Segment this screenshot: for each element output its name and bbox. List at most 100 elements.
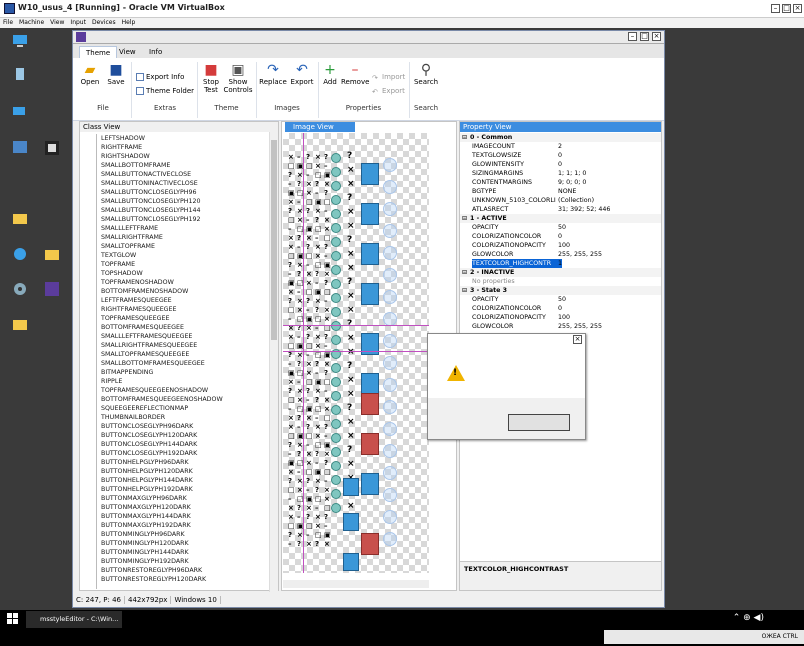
class-list-item[interactable]: BUTTONMAXGLYPH120DARK [101,503,271,512]
class-list-item[interactable]: BUTTONHELPGLYPH96DARK [101,458,271,467]
network-icon[interactable] [12,103,28,119]
class-list-item[interactable]: TOPFRAMENOSHADOW [101,278,271,287]
dialog-ok-button[interactable] [508,414,570,431]
class-list-item[interactable]: BUTTONRESTOREGLYPH120DARK [101,575,271,584]
property-group[interactable]: ⊟ 1 - ACTIVE [460,214,661,223]
class-list-item[interactable]: SMALLBUTTONCLOSEGLYPH120 [101,197,271,206]
property-row[interactable]: GLOWCOLOR 255, 255, 255 [468,322,661,331]
class-list-item[interactable]: BUTTONMAXGLYPH144DARK [101,512,271,521]
property-row[interactable]: No properties [468,277,661,286]
remove-button[interactable]: – Remove [341,62,369,86]
class-list-item[interactable]: TOPFRAME [101,260,271,269]
class-list-item[interactable]: SMALLRIGHTFRAMESQUEEGEE [101,341,271,350]
close-button[interactable]: × [793,4,802,13]
replace-button[interactable]: ↷ Replace [259,62,287,86]
class-list-item[interactable]: BUTTONMAXGLYPH96DARK [101,494,271,503]
class-list-item[interactable]: BUTTONHELPGLYPH120DARK [101,467,271,476]
property-row[interactable]: CONTENTMARGINS 9; 0; 0; 0 [468,178,661,187]
property-row[interactable]: TEXTCOLOR_HIGHCONTR 1 [468,259,661,268]
class-list-item[interactable]: SMALLLEFTFRAME [101,224,271,233]
property-row[interactable]: ATLASRECT 31; 392; 52; 446 [468,205,661,214]
import-button[interactable]: ↷ Import [372,72,405,82]
property-row[interactable]: IMAGECOUNT 2 [468,142,661,151]
property-row[interactable]: OPACITY 50 [468,223,661,232]
class-list-item[interactable]: BUTTONMINGLYPH192DARK [101,557,271,566]
class-list-item[interactable]: TEXTGLOW [101,251,271,260]
scrollbar-thumb[interactable] [271,140,277,340]
menu-input[interactable]: Input [67,18,89,28]
windows-start-icon[interactable] [7,613,19,625]
class-list-item[interactable]: BUTTONCLOSEGLYPH96DARK [101,422,271,431]
image-view-tab[interactable]: Image View [285,122,355,132]
class-view-scrollbar[interactable] [269,132,278,592]
class-list-item[interactable]: BITMAPPENDING [101,368,271,377]
property-row[interactable]: COLORIZATIONCOLOR 0 [468,304,661,313]
property-row[interactable]: SIZINGMARGINS 1; 1; 1; 0 [468,169,661,178]
class-list-item[interactable]: SMALLRIGHTFRAME [101,233,271,242]
search-button[interactable]: ⚲ Search [413,62,439,86]
save-button[interactable]: ■ Save [105,62,127,86]
class-list-item[interactable]: BOTTOMFRAMESQUEEGEENOSHADOW [101,395,271,404]
class-list-item[interactable]: SMALLBUTTONACTIVECLOSE [101,170,271,179]
property-row[interactable]: UNKNOWN_5103_COLORLI (Collection) [468,196,661,205]
collapse-toggle-icon[interactable]: ⊟ [462,286,467,295]
app-minimize-button[interactable]: – [628,32,637,41]
class-list-item[interactable]: SMALLBOTTOMFRAMESQUEEGEE [101,359,271,368]
class-list-item[interactable]: SQUEEGEEREFLECTIONMAP [101,404,271,413]
menu-help[interactable]: Help [119,18,139,28]
class-list-item[interactable]: BUTTONMINGLYPH96DARK [101,530,271,539]
this-pc-icon[interactable] [12,33,28,49]
menu-machine[interactable]: Machine [16,18,47,28]
class-list-item[interactable]: BUTTONCLOSEGLYPH120DARK [101,431,271,440]
tab-theme[interactable]: Theme [79,46,118,58]
class-list-item[interactable]: RIPPLE [101,377,271,386]
class-list-item[interactable]: BUTTONMAXGLYPH192DARK [101,521,271,530]
folder-icon[interactable] [44,246,60,262]
collapse-toggle-icon[interactable]: ⊟ [462,268,467,277]
show-controls-button[interactable]: ▣ Show Controls [223,62,253,94]
property-group[interactable]: ⊟ 0 - Common [460,133,661,142]
menu-file[interactable]: File [0,18,16,28]
property-group[interactable]: ⊟ 3 - State 3 [460,286,661,295]
image-canvas[interactable]: × □? – ▣ ×? □ – × × □? – ▣ ×? □ – × × □? – ▣ ×? □ – × × □? – ▣ ×? □ – ×… [283,133,429,573]
property-row[interactable]: COLORIZATIONOPACITY 100 [468,241,661,250]
property-row[interactable]: BGTYPE NONE [468,187,661,196]
menu-view[interactable]: View [47,18,67,28]
class-list-item[interactable]: RIGHTFRAME [101,143,271,152]
class-list-item[interactable]: LEFTSHADOW [101,134,271,143]
class-list-item[interactable]: BUTTONMINGLYPH120DARK [101,539,271,548]
dialog-close-button[interactable]: × [573,335,582,344]
class-list-item[interactable]: RIGHTSHADOW [101,152,271,161]
class-list-item[interactable]: BUTTONMINGLYPH144DARK [101,548,271,557]
class-list-item[interactable]: SMALLBOTTOMFRAME [101,161,271,170]
tab-view[interactable]: View [113,46,142,58]
tool-icon[interactable] [12,246,28,262]
class-list-item[interactable]: SMALLBUTTONCLOSEGLYPH144 [101,206,271,215]
class-list-item[interactable]: BUTTONHELPGLYPH144DARK [101,476,271,485]
minimize-button[interactable]: – [771,4,780,13]
menu-devices[interactable]: Devices [89,18,119,28]
app-close-button[interactable]: × [652,32,661,41]
export-info-button[interactable]: Export Info [136,72,184,82]
class-list-item[interactable]: BUTTONHELPGLYPH192DARK [101,485,271,494]
class-list-item[interactable]: TOPFRAMESQUEEGEE [101,314,271,323]
class-list-item[interactable]: SMALLLEFTFRAMESQUEEGEE [101,332,271,341]
class-list-item[interactable]: TOPFRAMESQUEEGEENOSHADOW [101,386,271,395]
system-tray-icons[interactable]: ⌃ ⊕ ◀) [733,613,764,623]
export-property-button[interactable]: ↶ Export [372,86,405,96]
folder-icon[interactable] [12,210,28,226]
property-row[interactable]: OPACITY 50 [468,295,661,304]
class-list-item[interactable]: SMALLBUTTONCLOSEGLYPH192 [101,215,271,224]
class-list-item[interactable]: SMALLBUTTONINACTIVECLOSE [101,179,271,188]
property-group[interactable]: ⊟ 2 - INACTIVE [460,268,661,277]
control-panel-icon[interactable] [12,140,28,156]
stop-test-button[interactable]: ■ Stop Test [200,62,222,94]
tab-info[interactable]: Info [143,46,168,58]
taskbar-app-msstyleeditor[interactable]: msstyleEditor - C:\Win... [26,611,122,628]
theme-folder-button[interactable]: Theme Folder [136,86,194,96]
collapse-toggle-icon[interactable]: ⊟ [462,214,467,223]
open-button[interactable]: ▰ Open [79,62,101,86]
maximize-button[interactable]: □ [782,4,791,13]
class-list-item[interactable]: BUTTONRESTOREGLYPH96DARK [101,566,271,575]
property-row[interactable]: GLOWINTENSITY 0 [468,160,661,169]
